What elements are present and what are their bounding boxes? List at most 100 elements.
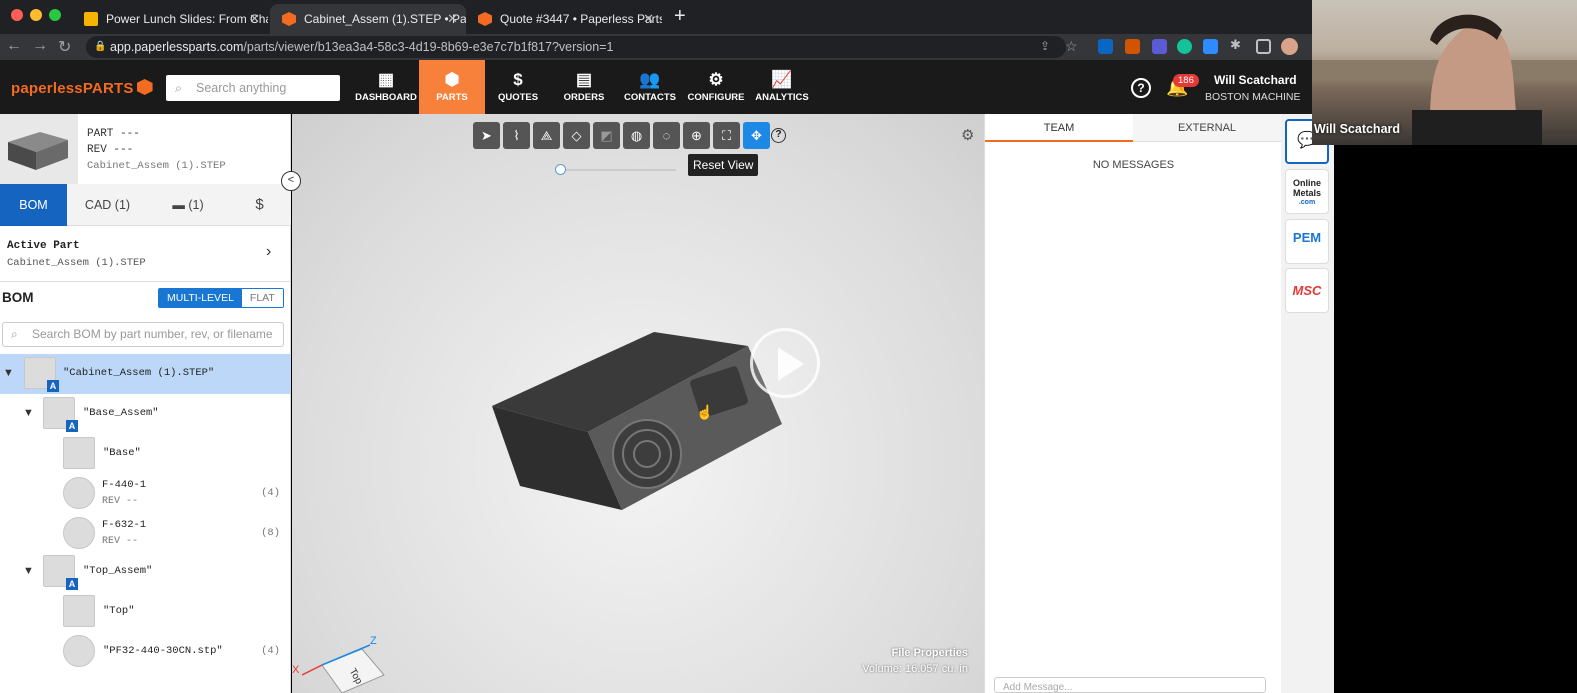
active-part-name: Cabinet_Assem (1).STEP — [7, 257, 146, 269]
tab-team[interactable]: TEAM — [985, 114, 1133, 142]
bom-row[interactable]: F-440-1 REV -- (4) — [0, 474, 291, 514]
minimize-window-icon[interactable] — [30, 9, 42, 21]
chart-icon: 📈 — [771, 70, 793, 89]
nav-label: ANALYTICS — [755, 92, 809, 103]
bom-row[interactable]: ▼ A "Base_Assem" — [0, 394, 291, 434]
bom-row[interactable]: "Top" — [0, 592, 291, 632]
zoom-extension-icon[interactable] — [1203, 39, 1218, 54]
msc-app[interactable]: MSC — [1285, 268, 1329, 313]
view-cube[interactable]: Top Z X — [292, 623, 402, 693]
caret-down-icon[interactable]: ▼ — [23, 565, 34, 577]
nav-contacts[interactable]: 👥 CONTACTS — [617, 60, 683, 114]
bookmark-star-icon[interactable]: ☆ — [1065, 38, 1078, 55]
browser-tab-bar: Power Lunch Slides: From Cha ✕ Cabinet_A… — [0, 0, 1320, 34]
nav-label: QUOTES — [497, 92, 539, 103]
extension-icon[interactable] — [1125, 39, 1140, 54]
nav-quotes[interactable]: $ QUOTES — [485, 60, 551, 114]
tab-bom[interactable]: BOM — [0, 184, 67, 226]
help-icon[interactable]: ? — [1131, 78, 1151, 98]
browser-tab-quote[interactable]: Quote #3447 • Paperless Parts ✕ — [466, 4, 662, 34]
close-tab-icon[interactable]: ✕ — [249, 11, 260, 27]
forward-icon[interactable]: → — [32, 37, 48, 55]
gears-icon: ⚙ — [708, 70, 724, 89]
slides-favicon-icon — [84, 12, 98, 26]
tab-external[interactable]: EXTERNAL — [1133, 114, 1281, 142]
app-label: PEM — [1292, 230, 1322, 245]
close-tab-icon[interactable]: ✕ — [643, 11, 654, 27]
bom-row[interactable]: ▼ A "Top_Assem" — [0, 552, 291, 592]
active-part-title: Active Part — [7, 240, 80, 252]
nav-analytics[interactable]: 📈 ANALYTICS — [749, 60, 815, 114]
url-input[interactable]: 🔒 app.paperlessparts.com/parts/viewer/b1… — [86, 36, 1066, 58]
extension-icon[interactable] — [1152, 39, 1167, 54]
nav-orders[interactable]: ▤ ORDERS — [551, 60, 617, 114]
caret-down-icon[interactable]: ▼ — [3, 367, 14, 379]
caret-down-icon[interactable]: ▼ — [23, 407, 34, 419]
nav-parts[interactable]: ⬢ PARTS — [419, 60, 485, 114]
app-label: Online — [1292, 178, 1321, 188]
global-search-input[interactable]: ⌕ Search anything — [166, 75, 340, 101]
extensions-puzzle-icon[interactable]: ✱ — [1230, 37, 1245, 52]
assembly-badge: A — [47, 380, 59, 392]
part-thumbnail: A — [43, 397, 78, 432]
part-info: PART --- REV --- Cabinet_Assem (1).STEP — [87, 126, 226, 174]
cad-viewer[interactable]: ➤ ⌇ ⟁ ◇ ◩ ◍ ◌ ⊕ ⛶ ✥ ? ⚙ Reset View ☝ Top… — [292, 114, 984, 693]
side-panel-icon[interactable] — [1256, 39, 1271, 54]
user-company: BOSTON MACHINE — [1205, 91, 1301, 103]
assembly-badge: A — [66, 420, 78, 432]
reload-icon[interactable]: ↻ — [58, 37, 71, 57]
bom-search-input[interactable]: ⌕ Search BOM by part number, rev, or fil… — [2, 322, 284, 347]
file-volume: Volume: 16.057 cu. in — [862, 663, 968, 675]
nav-configure[interactable]: ⚙ CONFIGURE — [683, 60, 749, 114]
tab-cad[interactable]: CAD (1) — [67, 184, 148, 226]
dollar-icon: $ — [513, 70, 523, 89]
share-icon[interactable]: ⇪ — [1040, 39, 1050, 53]
nav-dashboard[interactable]: ▦ DASHBOARD — [353, 60, 419, 114]
file-properties[interactable]: File Properties Volume: 16.057 cu. in — [862, 645, 968, 677]
nav-label: DASHBOARD — [355, 92, 417, 103]
no-messages-text: NO MESSAGES — [1092, 159, 1175, 171]
bom-row-name: "Cabinet_Assem (1).STEP" — [63, 367, 215, 379]
bom-title: BOM — [2, 290, 34, 305]
file-properties-title: File Properties — [891, 647, 968, 659]
bom-row[interactable]: "Base" — [0, 434, 291, 474]
browser-tab-slides[interactable]: Power Lunch Slides: From Cha ✕ — [72, 4, 268, 34]
flat-button[interactable]: FLAT — [241, 289, 283, 307]
profile-avatar[interactable] — [1281, 38, 1298, 55]
linkedin-extension-icon[interactable] — [1098, 39, 1113, 54]
bom-row[interactable]: ▼ A "Cabinet_Assem (1).STEP" — [0, 354, 291, 394]
close-tab-icon[interactable]: ✕ — [447, 11, 458, 27]
grammarly-extension-icon[interactable] — [1177, 39, 1192, 54]
bom-row-rev: REV -- — [102, 536, 139, 547]
lock-icon: 🔒 — [94, 41, 107, 52]
cabinet-model[interactable] — [292, 114, 984, 693]
nav-label: ORDERS — [563, 92, 605, 103]
part-filename: Cabinet_Assem (1).STEP — [87, 160, 226, 172]
message-input[interactable]: Add Message... — [994, 677, 1266, 693]
nav-label: CONFIGURE — [687, 92, 745, 103]
paperless-parts-logo[interactable]: paperlessPARTS — [11, 79, 153, 97]
close-window-icon[interactable] — [11, 9, 23, 21]
tab-pricing[interactable]: $ — [228, 184, 291, 226]
tab-files[interactable]: ▬ (1) — [148, 184, 228, 226]
browser-tab-cabinet[interactable]: Cabinet_Assem (1).STEP • Pap ✕ — [270, 4, 466, 34]
screen: Power Lunch Slides: From Cha ✕ Cabinet_A… — [0, 0, 1577, 693]
bom-row-qty: (4) — [261, 487, 280, 499]
part-thumbnail[interactable] — [0, 114, 78, 184]
bom-row[interactable]: "PF32-440-30CN.stp" (4) — [0, 632, 291, 672]
collapse-panel-button[interactable]: < — [281, 171, 301, 191]
cursor-hand-icon: ☝ — [696, 404, 714, 420]
online-metals-app[interactable]: Online Metals .com — [1285, 169, 1329, 214]
multi-level-button[interactable]: MULTI-LEVEL — [159, 289, 242, 307]
bom-row[interactable]: F-632-1 REV -- (8) — [0, 514, 291, 554]
folder-icon: ▬ — [172, 198, 185, 212]
new-tab-icon[interactable]: + — [674, 5, 686, 28]
user-name[interactable]: Will Scatchard — [1214, 73, 1297, 87]
message-placeholder: Add Message... — [1003, 682, 1073, 693]
part-thumbnail — [63, 437, 95, 469]
pem-app[interactable]: PEM — [1285, 219, 1329, 264]
maximize-window-icon[interactable] — [49, 9, 61, 21]
play-video-button[interactable] — [750, 328, 820, 398]
back-icon[interactable]: ← — [6, 37, 22, 55]
active-part-row[interactable]: Active Part Cabinet_Assem (1).STEP › — [0, 226, 291, 282]
